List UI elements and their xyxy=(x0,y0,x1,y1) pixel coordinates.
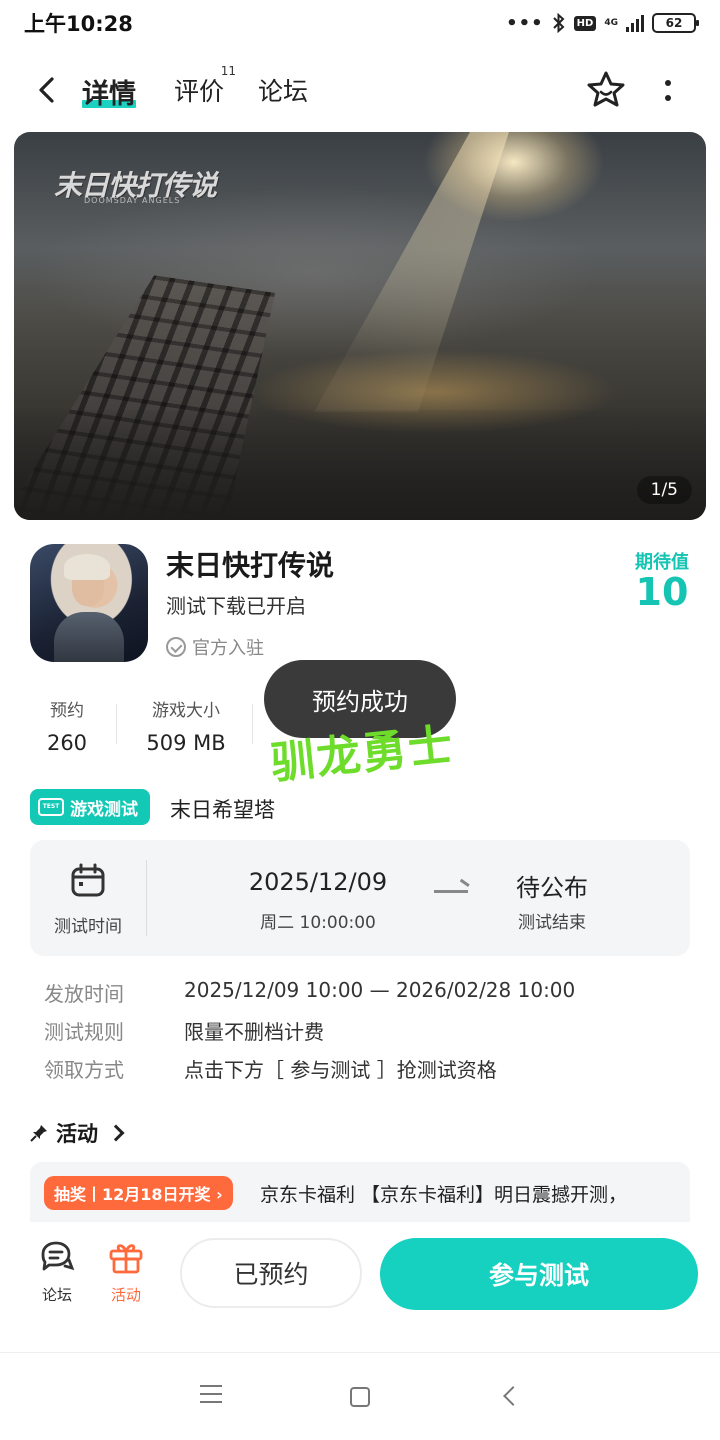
stat-divider xyxy=(116,704,117,744)
activity-card[interactable]: 抽奖丨12月18日开奖 › 京东卡福利 【京东卡福利】明日震撼开测， xyxy=(30,1162,690,1222)
stat-size-label: 游戏大小 xyxy=(152,701,220,721)
bluetooth-icon xyxy=(552,13,565,33)
reserved-button[interactable]: 已预约 xyxy=(180,1238,362,1308)
network-type: 4G xyxy=(604,17,618,28)
banner-ground xyxy=(14,410,706,520)
stat-size: 游戏大小 509 MB xyxy=(138,696,234,755)
card-divider xyxy=(146,860,147,936)
test-time-card: 测试时间 2025/12/09 周二 10:00:00 待公布 测试结束 xyxy=(30,840,690,956)
stat-divider xyxy=(252,704,253,744)
reviews-count-badge: 11 xyxy=(220,64,237,78)
game-title: 末日快打传说 xyxy=(166,549,335,582)
chevron-right-icon xyxy=(107,1124,125,1142)
stat-reservations: 预约 260 xyxy=(40,696,94,755)
activity-title: 活动 xyxy=(56,1122,98,1146)
stat-reservations-label: 预约 xyxy=(50,701,84,721)
forum-button[interactable]: 论坛 xyxy=(27,1240,87,1305)
banner-logo-sub: DOOMSDAY ANGELS xyxy=(84,196,181,205)
game-subtitle: 测试下载已开启 xyxy=(166,594,306,618)
test-start-date: 2025/12/09 xyxy=(248,868,388,896)
status-icons: ••• HD 4G 62 xyxy=(506,12,699,34)
official-label: 官方入驻 xyxy=(192,638,264,659)
more-notifications-icon: ••• xyxy=(506,12,544,34)
activity-section-header[interactable]: 活动 xyxy=(30,1118,125,1148)
status-bar: 上午10:28 ••• HD 4G 62 xyxy=(0,0,720,46)
test-end-label: 测试结束 xyxy=(518,913,586,933)
forum-button-label: 论坛 xyxy=(41,1286,72,1304)
detail-row-rules: 测试规则 限量不删档计费 xyxy=(44,1016,324,1045)
system-back-icon[interactable] xyxy=(503,1386,523,1406)
recent-apps-icon[interactable] xyxy=(200,1385,222,1403)
detail-value: 2025/12/09 10:00 — 2026/02/28 10:00 xyxy=(184,978,576,1002)
battery-icon: 62 xyxy=(652,13,699,33)
tab-forum[interactable]: 论坛 xyxy=(258,72,308,112)
bottom-action-bar: 论坛 活动 已预约 参与测试 xyxy=(0,1222,720,1332)
test-start-time: 周二 10:00:00 xyxy=(260,913,376,933)
verified-check-icon xyxy=(166,637,186,657)
tab-reviews-label: 评价 xyxy=(174,77,225,106)
back-icon[interactable] xyxy=(30,72,66,108)
game-test-tag-label: 游戏测试 xyxy=(70,799,138,820)
calendar-icon xyxy=(71,863,105,897)
more-options-icon[interactable] xyxy=(652,70,684,110)
hd-icon: HD xyxy=(573,15,597,31)
stat-size-value: 509 MB xyxy=(146,731,226,755)
activity-text: 京东卡福利 【京东卡福利】明日震撼开测， xyxy=(260,1184,628,1206)
banner-light-rays xyxy=(314,132,509,412)
tab-details[interactable]: 详情 xyxy=(82,72,136,112)
top-nav: 详情 评价 11 论坛 xyxy=(0,58,720,122)
system-nav-bar xyxy=(0,1352,720,1440)
detail-key: 领取方式 xyxy=(44,1058,124,1082)
stat-reservations-value: 260 xyxy=(46,731,88,755)
tab-details-label: 详情 xyxy=(82,79,136,110)
detail-value: 点击下方［ 参与测试 ］抢测试资格 xyxy=(184,1058,497,1082)
detail-row-release-time: 发放时间 2025/12/09 10:00 — 2026/02/28 10:00 xyxy=(44,978,575,1007)
tab-reviews[interactable]: 评价 11 xyxy=(174,64,236,112)
character-hair xyxy=(64,554,110,580)
test-end-date: 待公布 xyxy=(516,874,588,902)
pin-icon xyxy=(30,1125,47,1142)
arrow-right-icon xyxy=(434,890,468,893)
status-time: 上午10:28 xyxy=(24,12,133,36)
detail-key: 测试规则 xyxy=(44,1020,124,1044)
detail-key: 发放时间 xyxy=(44,982,124,1006)
official-badge: 官方入驻 xyxy=(166,634,264,660)
activity-button[interactable]: 活动 xyxy=(96,1240,156,1305)
gift-icon xyxy=(109,1244,143,1274)
character-body xyxy=(54,612,124,662)
detail-row-method: 领取方式 点击下方［ 参与测试 ］抢测试资格 xyxy=(44,1054,497,1083)
activity-button-label: 活动 xyxy=(110,1286,141,1304)
expectation-value: 10 xyxy=(635,570,689,614)
test-name: 末日希望塔 xyxy=(170,798,275,822)
game-app-icon xyxy=(30,544,148,662)
home-icon[interactable] xyxy=(350,1387,370,1407)
signal-icon xyxy=(626,14,644,32)
join-test-button[interactable]: 参与测试 xyxy=(380,1238,698,1310)
game-test-tag: TEST 游戏测试 xyxy=(30,789,150,825)
test-icon: TEST xyxy=(38,798,64,816)
lottery-badge: 抽奖丨12月18日开奖 › xyxy=(44,1176,233,1210)
forum-chat-icon xyxy=(41,1241,75,1271)
test-time-label: 测试时间 xyxy=(54,917,122,937)
detail-value: 限量不删档计费 xyxy=(184,1020,324,1044)
banner-page-counter: 1/5 xyxy=(636,476,692,504)
favorite-star-icon[interactable] xyxy=(584,68,628,112)
tab-forum-label: 论坛 xyxy=(258,77,309,106)
game-banner[interactable]: 末日快打传说 DOOMSDAY ANGELS 1/5 xyxy=(14,132,706,520)
